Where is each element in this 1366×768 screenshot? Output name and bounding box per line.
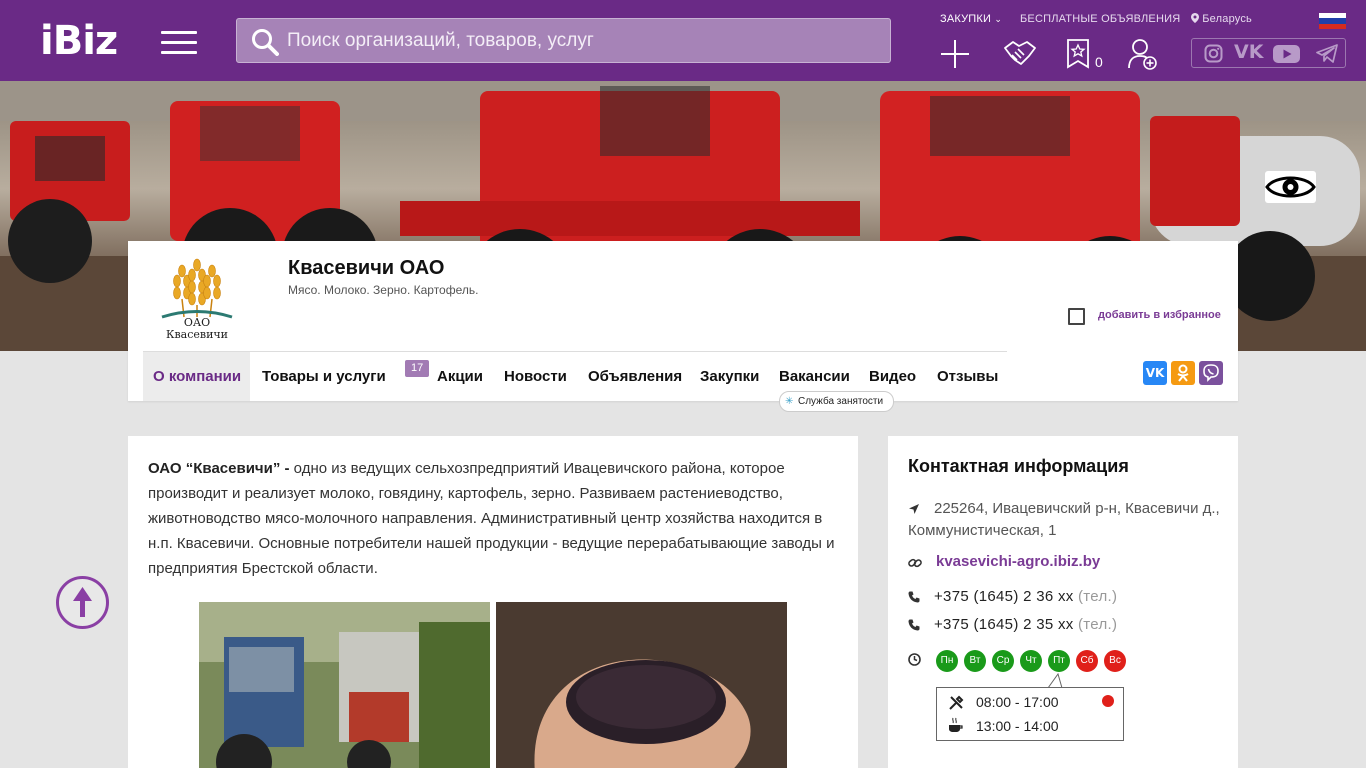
phone-2-note: (тел.) [1078,616,1118,633]
top-bar: iBiz ЗАКУПКИ ⌄ БЕСПЛАТНЫЕ ОБЪЯВЛЕНИЯ Бел… [0,0,1366,81]
company-name: Квасевичи ОАО [288,257,445,279]
company-logo-caption: ОАО Квасевичи [144,317,250,341]
procurement-menu[interactable]: ЗАКУПКИ ⌄ [940,13,1002,25]
add-favorite-checkbox[interactable] [1068,308,1085,325]
work-hours: 08:00 - 17:00 [976,694,1059,710]
about-lead: ОАО “Квасевичи” - [148,460,290,477]
tab-about[interactable]: О компании [143,352,250,401]
arrow-up-icon [73,587,92,617]
instagram-icon[interactable] [1204,44,1223,63]
chevron-down-icon: ⌄ [994,14,1003,24]
working-hours-box: 08:00 - 17:00 13:00 - 14:00 [936,687,1124,741]
day-wed[interactable]: Ср [992,650,1014,672]
region-label: Беларусь [1202,13,1252,25]
site-logo[interactable]: iBiz [40,20,118,62]
coffee-cup-icon [949,717,963,732]
procurement-label: ЗАКУПКИ [940,13,992,25]
handshake-icon[interactable] [1003,38,1037,70]
company-card: ОАО Квасевичи Квасевичи ОАО Мясо. Молоко… [128,241,1238,412]
address: 225264, Ивацевичский р-н, Квасевичи д., … [908,498,1228,542]
day-sun[interactable]: Вс [1104,650,1126,672]
day-thu[interactable]: Чт [1020,650,1042,672]
search-icon [252,29,279,56]
tractor-photo[interactable] [199,602,490,768]
vk-icon[interactable]: VK [1234,41,1263,63]
day-tue[interactable]: Вт [964,650,986,672]
phone-2-number: +375 (1645) 2 35 xx [934,616,1074,633]
tab-procurement[interactable]: Закупки [700,352,759,401]
region-selector[interactable]: Беларусь [1191,13,1252,25]
about-section: ОАО “Квасевичи” - одно из ведущих сельхо… [128,436,858,768]
scroll-to-top-button[interactable] [56,576,109,629]
clock-icon [908,653,921,666]
logo-text-2: Квасевичи [165,328,229,341]
tab-promotions[interactable]: Акции [437,352,483,401]
social-links: VK [1191,38,1346,68]
link-icon [908,558,922,568]
accessibility-eye-button[interactable] [1265,171,1316,203]
add-user-icon[interactable] [1128,38,1158,70]
tab-ads[interactable]: Объявления [588,352,682,401]
tab-products[interactable]: Товары и услуги [262,352,386,401]
menu-icon[interactable] [161,31,197,54]
vk-share-icon[interactable]: VK [1143,361,1167,385]
favorites-count: 0 [1095,54,1103,70]
telegram-icon[interactable] [1316,44,1338,63]
phone-1-note: (тел.) [1078,588,1118,605]
tab-news[interactable]: Новости [504,352,567,401]
contacts-title: Контактная информация [908,456,1129,476]
viber-share-icon[interactable] [1199,361,1223,385]
address-text: 225264, Ивацевичский р-н, Квасевичи д., … [908,500,1220,539]
about-body: одно из ведущих сельхозпредприятий Иваце… [148,460,835,577]
tab-reviews[interactable]: Отзывы [937,352,998,401]
closed-status-dot [1102,695,1114,707]
free-ads-link[interactable]: БЕСПЛАТНЫЕ ОБЪЯВЛЕНИЯ [1020,13,1180,25]
add-icon[interactable] [940,39,970,69]
seeds-photo[interactable] [496,602,787,768]
tools-icon [949,695,964,710]
contacts-panel: Контактная информация 225264, Ивацевичск… [888,436,1238,768]
eye-icon [1265,176,1316,198]
employment-service-tag[interactable]: ✳ Служба занятости [779,391,895,412]
products-count-badge: 17 [405,360,430,377]
about-text: ОАО “Квасевичи” - одно из ведущих сельхо… [148,456,848,581]
phone-2[interactable]: +375 (1645) 2 35 xx (тел.) [934,616,1117,633]
phone-icon [908,591,920,603]
location-pin-icon [1191,13,1199,23]
search-box[interactable] [236,18,891,63]
russian-flag-icon[interactable] [1319,13,1346,29]
sparkle-icon: ✳ [785,396,794,407]
company-tagline: Мясо. Молоко. Зерно. Картофель. [288,283,479,297]
location-arrow-icon [909,504,919,514]
search-input[interactable] [287,19,877,62]
phone-1[interactable]: +375 (1645) 2 36 xx (тел.) [934,588,1117,605]
add-favorite-link[interactable]: добавить в избранное [1098,309,1221,321]
youtube-icon[interactable] [1273,45,1300,63]
phone-1-number: +375 (1645) 2 36 xx [934,588,1074,605]
company-site-link[interactable]: kvasevichi-agro.ibiz.by [936,553,1100,570]
break-hours: 13:00 - 14:00 [976,718,1059,734]
employment-service-label: Служба занятости [798,396,884,407]
phone-icon [908,619,920,631]
day-mon[interactable]: Пн [936,650,958,672]
favorites-icon[interactable] [1066,38,1090,69]
day-fri[interactable]: Пт [1048,650,1070,672]
odnoklassniki-share-icon[interactable] [1171,361,1195,385]
day-sat[interactable]: Сб [1076,650,1098,672]
